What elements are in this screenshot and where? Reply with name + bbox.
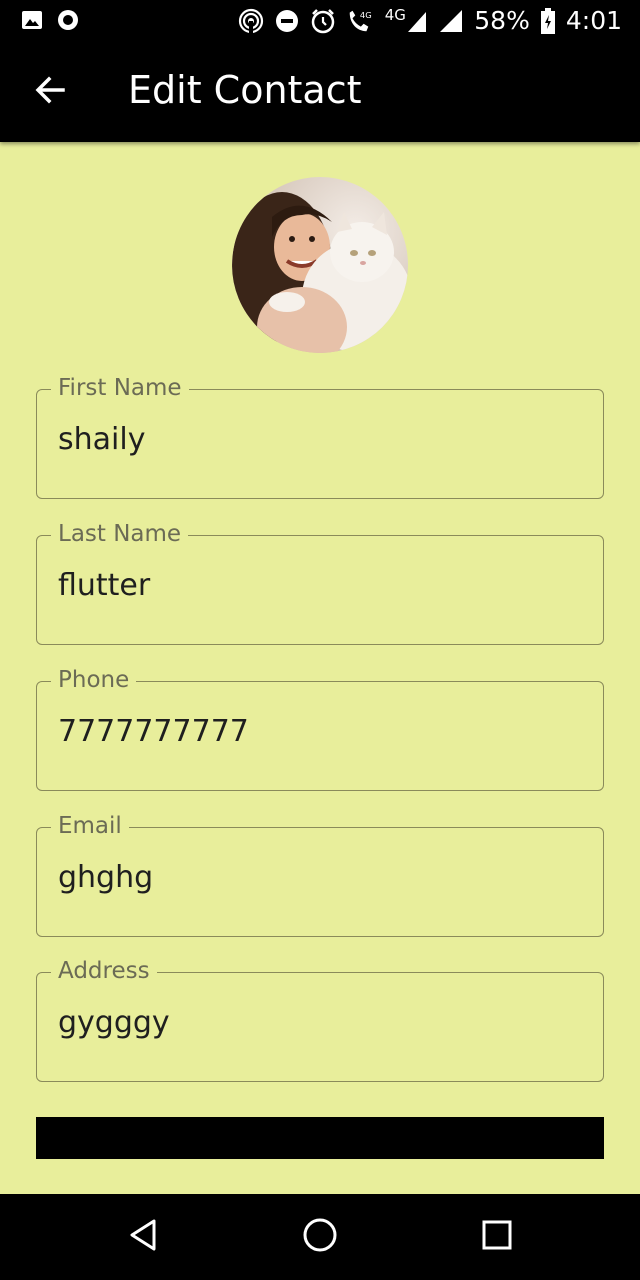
- signal-4g-icon: 4G: [382, 6, 428, 34]
- email-field[interactable]: Email ghghg: [36, 811, 604, 937]
- system-nav-bar: [0, 1194, 640, 1280]
- email-input[interactable]: ghghg: [58, 860, 578, 895]
- phone-field[interactable]: Phone 7777777777: [36, 665, 604, 791]
- nav-recents-button[interactable]: [474, 1214, 520, 1260]
- nav-back-icon: [126, 1218, 160, 1257]
- last-name-field[interactable]: Last Name flutter: [36, 519, 604, 645]
- battery-charging-icon: [540, 7, 556, 34]
- back-button[interactable]: [30, 72, 70, 112]
- phone-input[interactable]: 7777777777: [58, 714, 578, 749]
- first-name-input[interactable]: shaily: [58, 422, 578, 457]
- address-input[interactable]: gygggy: [58, 1005, 578, 1040]
- hotspot-icon: [238, 8, 264, 34]
- record-notification-icon: [56, 8, 80, 37]
- do-not-disturb-icon: [274, 8, 300, 34]
- signal-icon: [438, 8, 464, 34]
- status-left-icons: [20, 8, 80, 37]
- battery-percent: 58%: [474, 6, 530, 35]
- alarm-icon: [310, 8, 336, 34]
- nav-back-button[interactable]: [120, 1214, 166, 1260]
- gallery-notification-icon: [20, 8, 44, 37]
- last-name-label: Last Name: [51, 519, 189, 549]
- arrow-back-icon: [34, 74, 66, 111]
- last-name-input[interactable]: flutter: [58, 568, 578, 603]
- nav-home-button[interactable]: [297, 1214, 343, 1260]
- contact-photo-icon: [232, 177, 408, 353]
- nav-home-icon: [302, 1217, 338, 1258]
- status-bar: 4G 4G 58% 4:01: [0, 0, 640, 44]
- first-name-field[interactable]: First Name shaily: [36, 373, 604, 499]
- status-right-icons: 4G 4G 58% 4:01: [238, 6, 622, 35]
- volte-call-icon: 4G: [346, 8, 372, 34]
- address-field[interactable]: Address gygggy: [36, 956, 604, 1082]
- email-label: Email: [51, 811, 129, 841]
- update-button[interactable]: [36, 1117, 604, 1159]
- nav-recents-icon: [481, 1219, 513, 1256]
- svg-text:4G: 4G: [360, 10, 372, 20]
- phone-label: Phone: [51, 665, 137, 695]
- page-title: Edit Contact: [128, 68, 362, 112]
- first-name-label: First Name: [51, 373, 189, 403]
- avatar[interactable]: [232, 177, 408, 353]
- address-label: Address: [51, 956, 157, 986]
- clock: 4:01: [565, 6, 622, 35]
- app-bar: Edit Contact: [0, 44, 640, 142]
